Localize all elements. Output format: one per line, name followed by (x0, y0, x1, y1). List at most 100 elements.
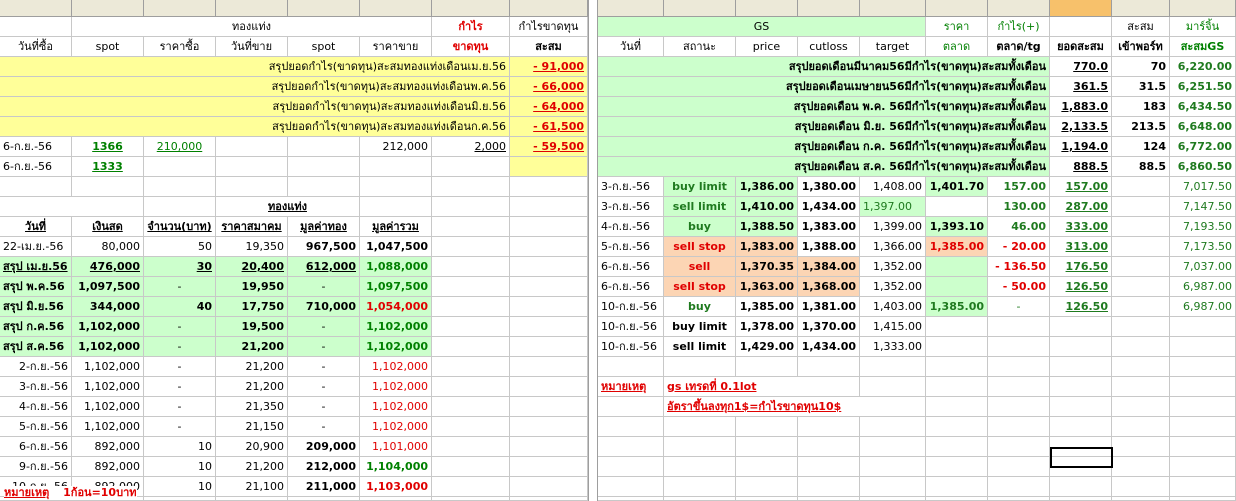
cell-j-r15[interactable]: 10-ก.ย.-56 (598, 297, 664, 317)
grid-cell[interactable] (1112, 497, 1170, 501)
grid-cell[interactable] (598, 397, 664, 417)
grid-cell[interactable] (432, 297, 510, 317)
grid-cell[interactable] (1170, 497, 1236, 501)
cell-l-r15[interactable]: 1,385.00 (736, 297, 798, 317)
cell-s-r15[interactable]: 6,987.00 (1170, 297, 1236, 317)
cell-g-r1[interactable]: กำไร (432, 17, 510, 37)
grid-cell[interactable] (288, 497, 360, 501)
cell-s-r3[interactable]: 6,220.00 (1170, 57, 1236, 77)
cell-j-r4[interactable]: สรุปยอดเดือนเมษายน56มีกำไร(ขาดทุน)สะสมทั… (598, 77, 1050, 97)
cell-b-r14[interactable]: 1,097,500 (72, 277, 144, 297)
column-header-p[interactable] (988, 0, 1050, 17)
cell-f-r2[interactable]: ราคาขาย (360, 37, 432, 57)
cell-s-r14[interactable]: 6,987.00 (1170, 277, 1236, 297)
cell-k-r15[interactable]: buy (664, 297, 736, 317)
cell-c-r20[interactable]: - (144, 397, 216, 417)
grid-cell[interactable] (598, 497, 664, 501)
grid-cell[interactable] (1050, 17, 1112, 37)
cell-s-r13[interactable]: 7,037.00 (1170, 257, 1236, 277)
cell-q-r15[interactable]: 126.50 (1050, 297, 1112, 317)
cell-q-r3[interactable]: 770.0 (1050, 57, 1112, 77)
grid-cell[interactable] (360, 197, 432, 217)
cell-g-r2[interactable]: ขาดทุน (432, 37, 510, 57)
cell-l-r2[interactable]: price (736, 37, 798, 57)
cell-q-r2[interactable]: ยอดสะสม (1050, 37, 1112, 57)
cell-q-r5[interactable]: 1,883.0 (1050, 97, 1112, 117)
cell-r-r2[interactable]: เข้าพอร์ท (1112, 37, 1170, 57)
cell-s-r9[interactable]: 7,017.50 (1170, 177, 1236, 197)
cell-s-r10[interactable]: 7,147.50 (1170, 197, 1236, 217)
cell-q-r13[interactable]: 176.50 (1050, 257, 1112, 277)
cell-o-r11[interactable]: 1,393.10 (926, 217, 988, 237)
grid-cell[interactable] (510, 197, 588, 217)
column-header-l[interactable] (736, 0, 798, 17)
grid-cell[interactable] (798, 457, 860, 477)
cell-c-r7[interactable]: 210,000 (144, 137, 216, 157)
grid-cell[interactable] (598, 457, 664, 477)
cell-h-r2[interactable]: สะสม (510, 37, 588, 57)
grid-cell[interactable] (1170, 317, 1236, 337)
cell-r-r3[interactable]: 70 (1112, 57, 1170, 77)
cell-s-r12[interactable]: 7,173.50 (1170, 237, 1236, 257)
grid-cell[interactable] (1112, 257, 1170, 277)
cell-f-r18[interactable]: 1,102,000 (360, 357, 432, 377)
grid-cell[interactable] (510, 357, 588, 377)
cell-f-r16[interactable]: 1,102,000 (360, 317, 432, 337)
grid-cell[interactable] (1050, 337, 1112, 357)
grid-cell[interactable] (216, 137, 288, 157)
cell-j-r8[interactable]: สรุปยอดเดือน ส.ค. 56มีกำไร(ขาดทุน)สะสมทั… (598, 157, 1050, 177)
cell-b-r22[interactable]: 892,000 (72, 437, 144, 457)
cell-c-r18[interactable]: - (144, 357, 216, 377)
grid-cell[interactable] (736, 357, 798, 377)
cell-h-r4[interactable]: - 66,000 (510, 77, 588, 97)
grid-cell[interactable] (988, 417, 1050, 437)
cell-k-r20[interactable]: อัตราขึ้นลงทุก1$=กำไรขาดทุน10$ (664, 397, 926, 417)
grid-cell[interactable] (432, 357, 510, 377)
cell-n-r14[interactable]: 1,352.00 (860, 277, 926, 297)
grid-cell[interactable] (598, 437, 664, 457)
cell-r-r6[interactable]: 213.5 (1112, 117, 1170, 137)
cell-k-r2[interactable]: สถานะ (664, 37, 736, 57)
grid-cell[interactable] (432, 237, 510, 257)
cell-o-r1[interactable]: ราคา (926, 17, 988, 37)
cell-f-r14[interactable]: 1,097,500 (360, 277, 432, 297)
cell-j-r17[interactable]: 10-ก.ย.-56 (598, 337, 664, 357)
grid-cell[interactable] (432, 337, 510, 357)
cell-m-r9[interactable]: 1,380.00 (798, 177, 860, 197)
grid-cell[interactable] (926, 497, 988, 501)
cell-e-r22[interactable]: 209,000 (288, 437, 360, 457)
cell-a-r18[interactable]: 2-ก.ย.-56 (0, 357, 72, 377)
grid-cell[interactable] (1112, 417, 1170, 437)
cell-p-r11[interactable]: 46.00 (988, 217, 1050, 237)
grid-cell[interactable] (510, 457, 588, 477)
cell-a-r2[interactable]: วันที่ซื้อ (0, 37, 72, 57)
grid-cell[interactable] (1170, 337, 1236, 357)
cell-n-r9[interactable]: 1,408.00 (860, 177, 926, 197)
cell-b-r11[interactable]: เงินสด (72, 217, 144, 237)
cell-e-r21[interactable]: - (288, 417, 360, 437)
cell-p-r12[interactable]: - 20.00 (988, 237, 1050, 257)
cell-l-r17[interactable]: 1,429.00 (736, 337, 798, 357)
cell-k-r13[interactable]: sell (664, 257, 736, 277)
cell-f-r11[interactable]: มูลค่ารวม (360, 217, 432, 237)
column-header-m[interactable] (798, 0, 860, 17)
cell-f-r13[interactable]: 1,088,000 (360, 257, 432, 277)
column-header-b[interactable] (72, 0, 144, 17)
cell-d-r10[interactable]: ทองแท่ง (216, 197, 360, 217)
cell-p-r9[interactable]: 157.00 (988, 177, 1050, 197)
cell-m-r2[interactable]: cutloss (798, 37, 860, 57)
grid-cell[interactable] (798, 497, 860, 501)
grid-cell[interactable] (432, 217, 510, 237)
grid-cell[interactable] (1112, 457, 1170, 477)
cell-o-r9[interactable]: 1,401.70 (926, 177, 988, 197)
cell-f-r22[interactable]: 1,101,000 (360, 437, 432, 457)
cell-a-r14[interactable]: สรุป พ.ค.56 (0, 277, 72, 297)
cell-e-r2[interactable]: spot (288, 37, 360, 57)
grid-cell[interactable] (144, 177, 216, 197)
cell-r-r7[interactable]: 124 (1112, 137, 1170, 157)
grid-cell[interactable] (1112, 377, 1170, 397)
cell-d-r19[interactable]: 21,200 (216, 377, 288, 397)
cell-d-r11[interactable]: ราคาสมาคม (216, 217, 288, 237)
grid-cell[interactable] (510, 237, 588, 257)
cell-j-r3[interactable]: สรุปยอดเดือนมีนาคม56มีกำไร(ขาดทุน)สะสมทั… (598, 57, 1050, 77)
